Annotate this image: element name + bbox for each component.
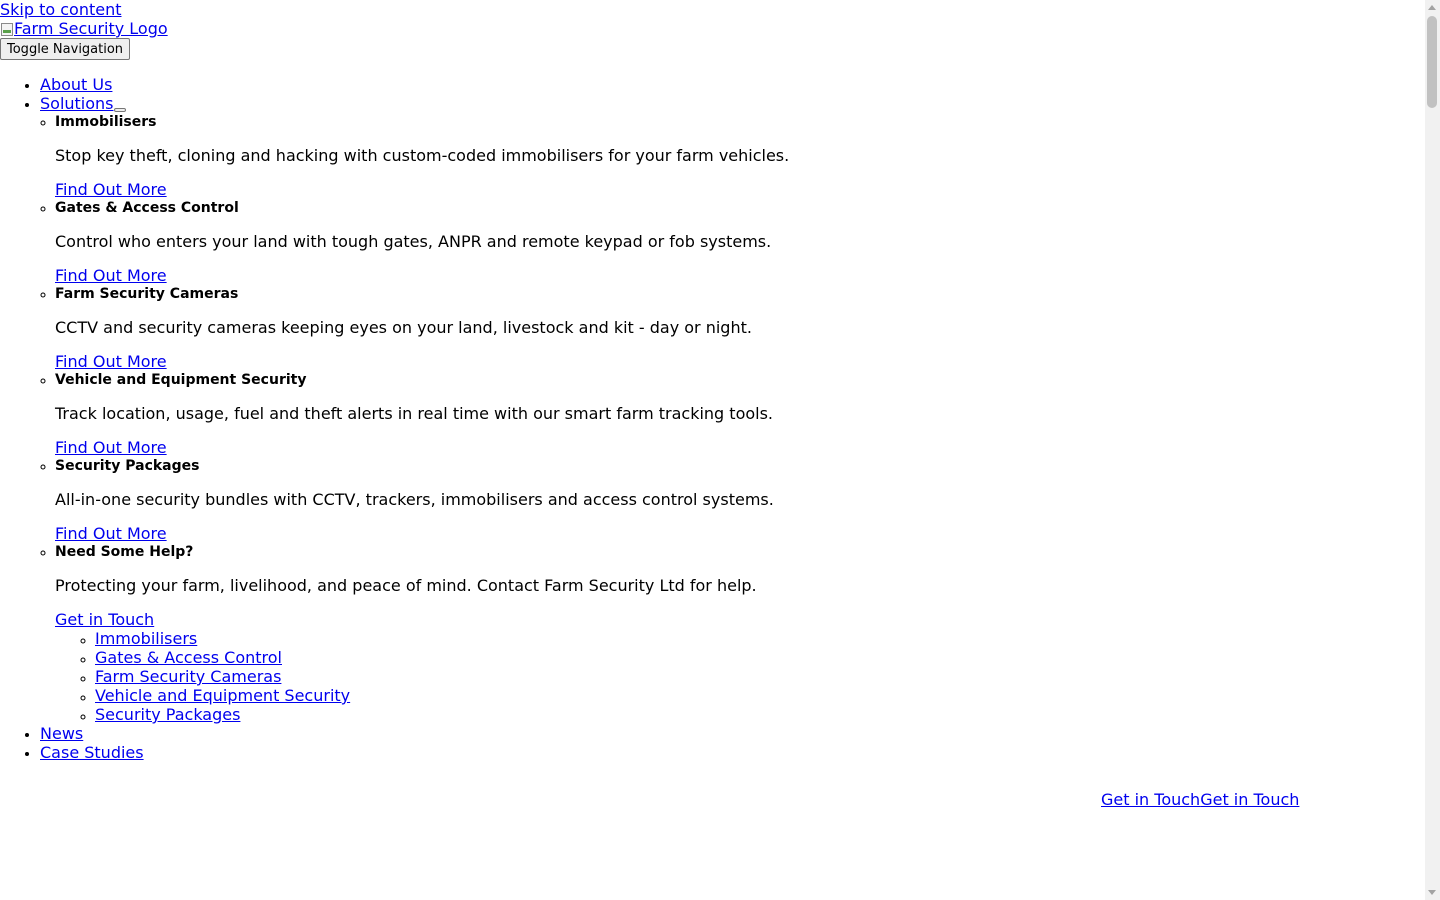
mega-item-description: Control who enters your land with tough … <box>55 232 772 251</box>
submenu-link-farm-security-cameras[interactable]: Farm Security Cameras <box>95 667 281 686</box>
mega-item-description: All-in-one security bundles with CCTV, t… <box>55 490 774 509</box>
submenu-link-immobilisers[interactable]: Immobilisers <box>95 629 197 648</box>
nav-link-about-us[interactable]: About Us <box>40 75 112 94</box>
mega-item-title: Gates & Access Control <box>55 200 239 216</box>
vertical-scrollbar[interactable] <box>1425 0 1440 900</box>
scroll-down-arrow-icon[interactable] <box>1428 890 1436 895</box>
nav-link-news[interactable]: News <box>40 724 83 743</box>
nav-item-solutions: Solutions Immobilisers Stop key theft, c… <box>40 94 1340 724</box>
mega-item-title: Need Some Help? <box>55 544 194 560</box>
submenu-item: Farm Security Cameras <box>95 667 1340 686</box>
nav-item-news: News <box>40 724 1340 743</box>
nav-link-case-studies[interactable]: Case Studies <box>40 743 144 762</box>
mega-item-immobilisers: Immobilisers Stop key theft, cloning and… <box>55 113 1340 199</box>
mega-item-description: CCTV and security cameras keeping eyes o… <box>55 318 752 337</box>
mega-item-gates-access-control: Gates & Access Control Control who enter… <box>55 199 1340 285</box>
mega-item-description: Protecting your farm, livelihood, and pe… <box>55 576 757 595</box>
submenu-item: Security Packages <box>95 705 1340 724</box>
logo-alt-text: Farm Security Logo <box>14 19 168 38</box>
mega-item-title: Immobilisers <box>55 114 157 130</box>
find-out-more-link[interactable]: Find Out More <box>55 524 1340 543</box>
submenu-item: Vehicle and Equipment Security <box>95 686 1340 705</box>
submenu-link-gates-access-control[interactable]: Gates & Access Control <box>95 648 282 667</box>
logo-link[interactable]: Farm Security Logo <box>0 19 168 38</box>
get-in-touch-link[interactable]: Get in Touch <box>55 610 1340 629</box>
nav-item-about: About Us <box>40 75 1340 94</box>
submenu-item: Immobilisers <box>95 629 1340 648</box>
submenu-link-security-packages[interactable]: Security Packages <box>95 705 240 724</box>
find-out-more-link[interactable]: Find Out More <box>55 352 1340 371</box>
get-in-touch-cta-link-duplicate[interactable]: Get in Touch <box>1200 790 1299 809</box>
solutions-submenu: Immobilisers Gates & Access Control Farm… <box>55 629 1340 724</box>
mega-item-title: Vehicle and Equipment Security <box>55 372 307 388</box>
mega-item-vehicle-equipment-security: Vehicle and Equipment Security Track loc… <box>55 371 1340 457</box>
find-out-more-link[interactable]: Find Out More <box>55 266 1340 285</box>
mega-item-security-packages: Security Packages All-in-one security bu… <box>55 457 1340 543</box>
mega-item-farm-security-cameras: Farm Security Cameras CCTV and security … <box>55 285 1340 371</box>
nav-link-solutions[interactable]: Solutions <box>40 94 114 113</box>
mega-item-description: Track location, usage, fuel and theft al… <box>55 404 774 423</box>
broken-image-icon <box>0 21 14 37</box>
scroll-up-arrow-icon[interactable] <box>1428 5 1436 10</box>
nav-item-case-studies: Case Studies <box>40 743 1340 762</box>
mega-item-title: Farm Security Cameras <box>55 286 239 302</box>
skip-to-content-link[interactable]: Skip to content <box>0 0 122 19</box>
mega-item-need-help: Need Some Help? Protecting your farm, li… <box>55 543 1340 724</box>
mega-item-title: Security Packages <box>55 458 200 474</box>
solutions-dropdown-toggle[interactable] <box>113 108 126 112</box>
get-in-touch-cta-link[interactable]: Get in Touch <box>1101 790 1200 809</box>
submenu-link-vehicle-equipment-security[interactable]: Vehicle and Equipment Security <box>95 686 350 705</box>
main-nav: About Us Solutions Immobilisers Stop key… <box>40 75 1340 762</box>
scrollbar-thumb[interactable] <box>1427 16 1437 108</box>
find-out-more-link[interactable]: Find Out More <box>55 180 1340 199</box>
toggle-navigation-button[interactable]: Toggle Navigation <box>0 38 131 60</box>
mega-item-description: Stop key theft, cloning and hacking with… <box>55 146 790 165</box>
header-cta: Get in TouchGet in Touch <box>1101 790 1299 809</box>
solutions-mega-menu: Immobilisers Stop key theft, cloning and… <box>40 113 1340 724</box>
submenu-item: Gates & Access Control <box>95 648 1340 667</box>
page: Skip to content Farm Security Logo Toggl… <box>0 0 1425 900</box>
find-out-more-link[interactable]: Find Out More <box>55 438 1340 457</box>
